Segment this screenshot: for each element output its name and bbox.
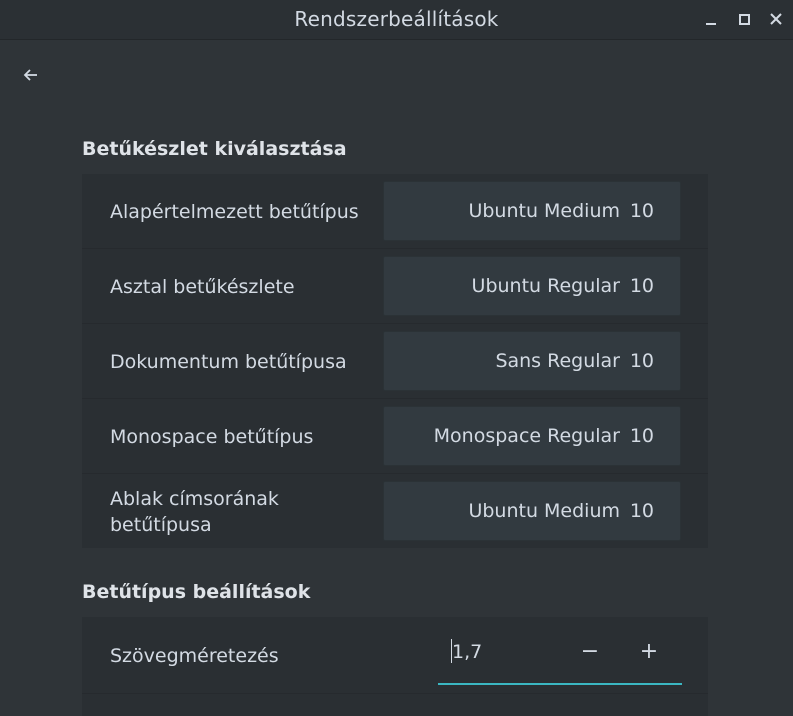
window-title: Rendszerbeállítások [294, 7, 499, 31]
section-title-fonts: Betűkészlet kiválasztása [82, 138, 347, 160]
title-bar: Rendszerbeállítások [0, 0, 793, 40]
decrease-button[interactable]: − [575, 637, 605, 667]
minimize-icon [706, 23, 716, 25]
font-size: 10 [629, 425, 654, 447]
font-row-label: Asztal betűkészlete [110, 275, 295, 298]
font-name: Monospace Regular [433, 425, 620, 447]
font-selection-panel: Alapértelmezett betűtípus Ubuntu Medium … [82, 174, 708, 548]
back-arrow-icon [23, 69, 37, 81]
font-row-default: Alapértelmezett betűtípus Ubuntu Medium … [82, 174, 708, 249]
text-scaling-label: Szövegméretezés [110, 644, 279, 667]
font-row-label: Alapértelmezett betűtípus [110, 200, 359, 223]
font-row-document: Dokumentum betűtípusa Sans Regular 10 [82, 324, 708, 399]
font-settings-panel: Szövegméretezés 1,7 − + [82, 617, 708, 716]
font-row-label: Ablak címsorának betűtípusa [110, 487, 279, 536]
font-size: 10 [629, 350, 654, 372]
text-scaling-row: Szövegméretezés 1,7 − + [82, 617, 708, 694]
font-name: Ubuntu Medium [468, 500, 620, 522]
font-chooser-button-default[interactable]: Ubuntu Medium 10 [383, 181, 681, 241]
font-row-monospace: Monospace betűtípus Monospace Regular 10 [82, 399, 708, 474]
close-button[interactable] [766, 9, 786, 29]
font-size: 10 [629, 200, 654, 222]
font-chooser-button-monospace[interactable]: Monospace Regular 10 [383, 406, 681, 466]
text-scaling-spinbutton[interactable]: 1,7 − + [438, 627, 682, 685]
font-chooser-button-document[interactable]: Sans Regular 10 [383, 331, 681, 391]
font-row-label: Dokumentum betűtípusa [110, 350, 347, 373]
back-button[interactable] [18, 62, 44, 88]
close-icon [770, 13, 782, 25]
font-row-desktop: Asztal betűkészlete Ubuntu Regular 10 [82, 249, 708, 324]
font-chooser-button-desktop[interactable]: Ubuntu Regular 10 [383, 256, 681, 316]
text-scaling-value[interactable]: 1,7 [452, 641, 482, 663]
font-size: 10 [629, 275, 654, 297]
maximize-button[interactable] [734, 9, 754, 29]
font-row-window-title: Ablak címsorának betűtípusa Ubuntu Mediu… [82, 474, 708, 549]
font-name: Sans Regular [495, 350, 620, 372]
section-title-font-settings: Betűtípus beállítások [82, 581, 311, 603]
increase-button[interactable]: + [634, 637, 664, 667]
font-row-label: Monospace betűtípus [110, 425, 314, 448]
maximize-icon [739, 14, 750, 25]
font-name: Ubuntu Regular [471, 275, 620, 297]
font-name: Ubuntu Medium [468, 200, 620, 222]
minimize-button[interactable] [701, 9, 721, 29]
font-size: 10 [629, 500, 654, 522]
font-chooser-button-window-title[interactable]: Ubuntu Medium 10 [383, 481, 681, 541]
